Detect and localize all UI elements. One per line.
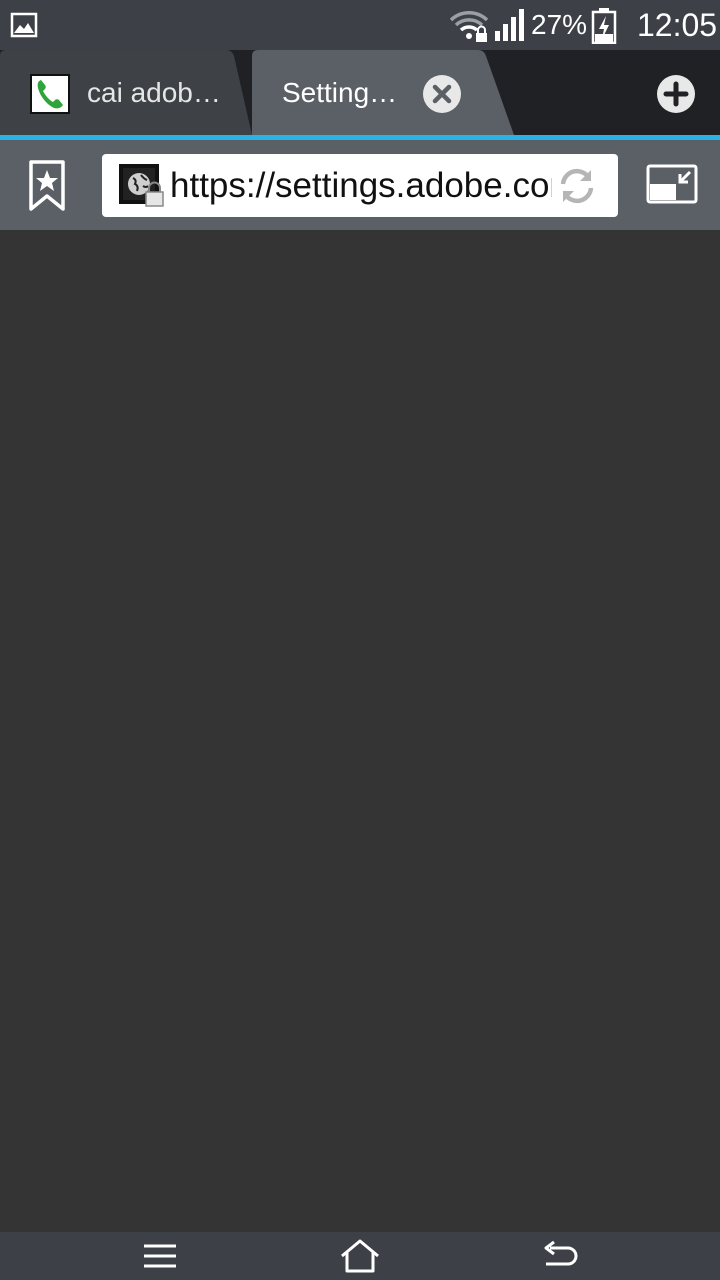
home-icon[interactable] bbox=[338, 1238, 382, 1274]
clock: 12:05 bbox=[637, 7, 718, 43]
new-tab-icon[interactable] bbox=[656, 74, 696, 114]
menu-icon[interactable] bbox=[142, 1242, 178, 1270]
url-bar[interactable]: https://settings.adobe.com bbox=[102, 154, 618, 217]
battery-charging-icon bbox=[591, 8, 617, 44]
navigation-bar bbox=[0, 1232, 720, 1280]
phone-icon bbox=[30, 74, 70, 114]
tab-settings[interactable]: Setting… bbox=[250, 50, 520, 135]
tab-strip: cai adob… Setting… bbox=[0, 50, 720, 140]
battery-percentage: 27% bbox=[531, 9, 588, 40]
bookmark-star-icon[interactable] bbox=[28, 160, 66, 212]
fullscreen-exit-icon[interactable] bbox=[646, 164, 698, 204]
tab-title: Setting… bbox=[282, 77, 398, 108]
gallery-icon bbox=[10, 12, 38, 38]
secure-site-icon bbox=[119, 164, 164, 207]
signal-icon bbox=[495, 9, 524, 41]
tab-cai-adobe[interactable]: cai adob… bbox=[0, 50, 252, 135]
wifi-lock-icon bbox=[449, 11, 489, 42]
browser-toolbar: https://settings.adobe.com bbox=[0, 140, 720, 230]
tab-title: cai adob… bbox=[87, 77, 221, 108]
status-bar: 27% 12:05 bbox=[0, 0, 720, 50]
refresh-icon[interactable] bbox=[557, 166, 597, 206]
close-tab-icon[interactable] bbox=[422, 74, 462, 114]
back-icon[interactable] bbox=[540, 1240, 580, 1272]
url-text: https://settings.adobe.com bbox=[170, 166, 552, 205]
web-content-area[interactable] bbox=[0, 230, 720, 1232]
